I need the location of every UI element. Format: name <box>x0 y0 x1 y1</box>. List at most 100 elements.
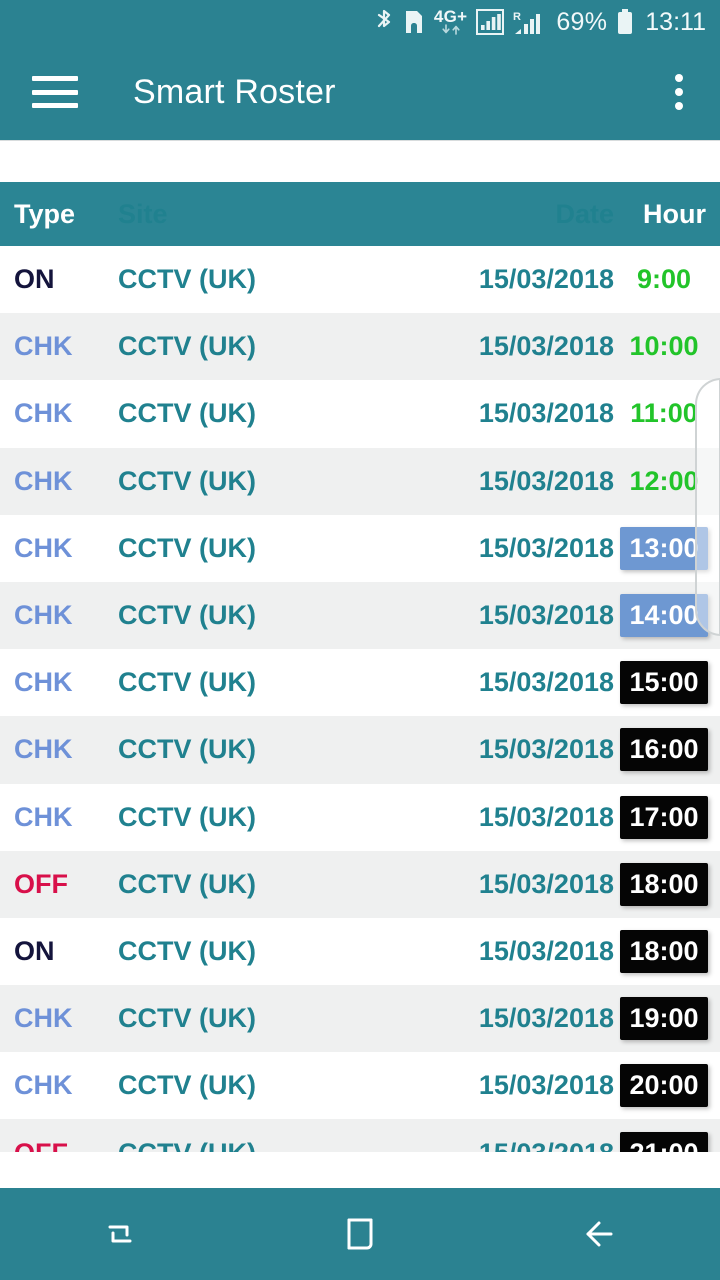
cell-site: CCTV (UK) <box>118 264 256 295</box>
table-row[interactable]: CHK CCTV (UK) 15/03/2018 15:00 <box>0 649 720 717</box>
cell-date: 15/03/2018 <box>478 532 614 563</box>
cell-type: CHK <box>14 532 73 563</box>
column-header-hour[interactable]: Hour <box>620 199 720 230</box>
hamburger-bar <box>32 89 78 95</box>
cell-site: CCTV (UK) <box>118 600 256 631</box>
column-header-date[interactable]: Date <box>418 199 620 230</box>
cell-date: 15/03/2018 <box>478 1070 614 1101</box>
cell-date: 15/03/2018 <box>478 331 614 362</box>
hamburger-menu-icon[interactable] <box>32 76 78 108</box>
cell-hour: 18:00 <box>620 862 720 906</box>
home-icon[interactable] <box>240 1188 480 1280</box>
hour-chip-black: 16:00 <box>620 728 708 772</box>
cell-type: CHK <box>14 600 73 631</box>
status-bar: 4G+ R 69% 13:11 <box>0 0 720 44</box>
overflow-dot <box>675 88 683 96</box>
cell-type: CHK <box>14 398 73 429</box>
cell-date: 15/03/2018 <box>478 801 614 832</box>
table-row[interactable]: CHK CCTV (UK) 15/03/2018 12:00 <box>0 447 720 515</box>
svg-text:R: R <box>513 11 521 23</box>
cell-type: CHK <box>14 801 73 832</box>
signal-bars-boxed-icon <box>476 8 505 36</box>
hamburger-bar <box>32 103 78 108</box>
recents-icon[interactable] <box>0 1188 240 1280</box>
cell-type: CHK <box>14 667 73 698</box>
cell-hour: 16:00 <box>620 728 720 772</box>
back-icon[interactable] <box>480 1188 720 1280</box>
status-clock: 13:11 <box>645 7 706 36</box>
cell-hour: 15:00 <box>620 661 720 705</box>
hour-chip-black: 15:00 <box>620 661 708 705</box>
cell-site: CCTV (UK) <box>118 734 256 765</box>
cell-site: CCTV (UK) <box>118 532 256 563</box>
more-vertical-icon[interactable] <box>674 74 684 110</box>
cell-date: 15/03/2018 <box>478 398 614 429</box>
cell-site: CCTV (UK) <box>118 398 256 429</box>
cell-date: 15/03/2018 <box>478 868 614 899</box>
cell-site: CCTV (UK) <box>118 331 256 362</box>
cell-type: CHK <box>14 331 73 362</box>
cell-hour: 19:00 <box>620 997 720 1041</box>
cell-type: CHK <box>14 1070 73 1101</box>
cell-date: 15/03/2018 <box>478 465 614 496</box>
cell-hour: 17:00 <box>620 795 720 839</box>
table-row[interactable]: ON CCTV (UK) 15/03/2018 18:00 <box>0 917 720 986</box>
cell-site: CCTV (UK) <box>118 465 256 496</box>
cell-type: CHK <box>14 465 73 496</box>
cell-date: 15/03/2018 <box>478 667 614 698</box>
cell-site: CCTV (UK) <box>118 935 256 966</box>
cell-type: CHK <box>14 734 73 765</box>
roaming-signal-icon: R <box>513 8 547 36</box>
app-screen: 4G+ R 69% 13:11 Smart Roster Type Site D… <box>0 0 720 1280</box>
hour-chip-black: 18:00 <box>620 929 708 973</box>
table-row[interactable]: OFF CCTV (UK) 15/03/2018 18:00 <box>0 850 720 918</box>
cell-date: 15/03/2018 <box>478 600 614 631</box>
sim-card-icon <box>403 9 425 35</box>
table-row[interactable]: CHK CCTV (UK) 15/03/2018 19:00 <box>0 985 720 1053</box>
nav-spacer <box>0 1152 720 1188</box>
column-header-type[interactable]: Type <box>0 199 118 230</box>
cell-site: CCTV (UK) <box>118 1070 256 1101</box>
cell-hour: 18:00 <box>620 929 720 973</box>
table-row[interactable]: CHK CCTV (UK) 15/03/2018 13:00 <box>0 514 720 582</box>
hour-chip-plain: 9:00 <box>636 264 692 295</box>
content-top-gap <box>0 140 720 182</box>
battery-percent-label: 69% <box>556 7 608 36</box>
table-row[interactable]: CHK CCTV (UK) 15/03/2018 11:00 <box>0 380 720 448</box>
cell-date: 15/03/2018 <box>478 935 614 966</box>
hour-chip-plain: 10:00 <box>629 331 699 362</box>
app-bar: Smart Roster <box>0 44 720 140</box>
table-row[interactable]: CHK CCTV (UK) 15/03/2018 16:00 <box>0 716 720 784</box>
system-navigation-bar <box>0 1188 720 1280</box>
overflow-dot <box>675 102 683 110</box>
table-row[interactable]: CHK CCTV (UK) 15/03/2018 17:00 <box>0 783 720 851</box>
cell-type: ON <box>14 935 55 966</box>
cell-hour: 10:00 <box>620 325 720 368</box>
cell-date: 15/03/2018 <box>478 1003 614 1034</box>
4g-plus-label: 4G+ <box>433 7 468 26</box>
hamburger-bar <box>32 76 78 81</box>
hour-chip-black: 20:00 <box>620 1064 708 1108</box>
table-row[interactable]: CHK CCTV (UK) 15/03/2018 14:00 <box>0 581 720 650</box>
bluetooth-icon <box>374 8 394 36</box>
table-header-row: Type Site Date Hour <box>0 182 720 246</box>
cell-type: OFF <box>14 868 68 899</box>
table-row[interactable]: CHK CCTV (UK) 15/03/2018 20:00 <box>0 1052 720 1120</box>
battery-icon <box>616 8 634 36</box>
table-row[interactable]: ON CCTV (UK) 15/03/2018 9:00 <box>0 246 720 314</box>
hour-chip-black: 19:00 <box>620 997 708 1041</box>
page-title: Smart Roster <box>133 72 336 111</box>
cell-site: CCTV (UK) <box>118 1003 256 1034</box>
roster-table: Type Site Date Hour ON CCTV (UK) 15/03/201… <box>0 182 720 1187</box>
column-header-site[interactable]: Site <box>118 199 418 230</box>
table-row[interactable]: CHK CCTV (UK) 15/03/2018 10:00 <box>0 313 720 381</box>
cell-type: CHK <box>14 1003 73 1034</box>
vertical-scrollbar-thumb[interactable] <box>695 378 720 636</box>
cell-site: CCTV (UK) <box>118 868 256 899</box>
4g-plus-icon: 4G+ <box>433 7 468 35</box>
cell-date: 15/03/2018 <box>478 734 614 765</box>
cell-hour: 9:00 <box>620 258 720 301</box>
table-body: ON CCTV (UK) 15/03/2018 9:00 CHK CCTV (UK) 15/… <box>0 246 720 1187</box>
overflow-dot <box>675 74 683 82</box>
cell-site: CCTV (UK) <box>118 667 256 698</box>
